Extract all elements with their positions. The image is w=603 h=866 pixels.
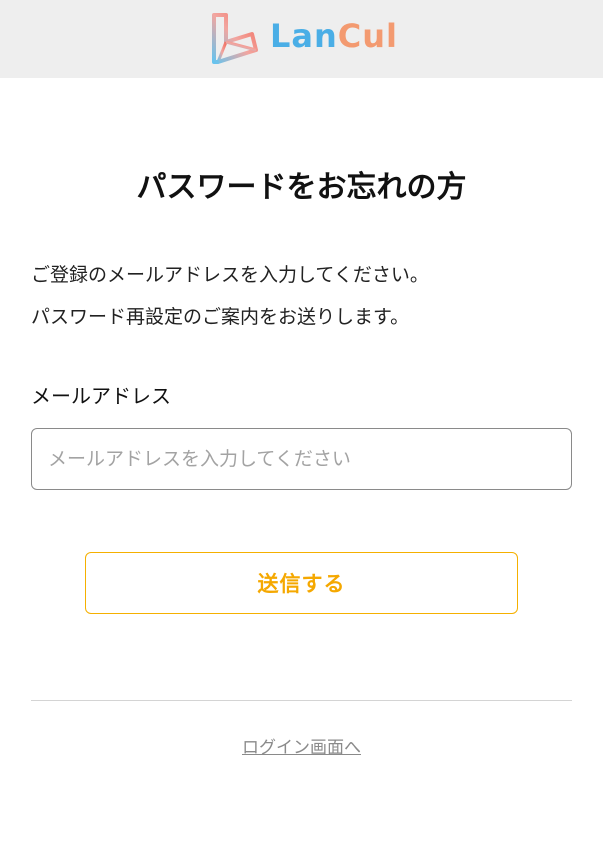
lancul-logo-icon	[212, 13, 258, 64]
description-line-1: ご登録のメールアドレスを入力してください。	[31, 264, 429, 286]
divider	[31, 700, 572, 701]
page-title: パスワードをお忘れの方	[136, 170, 467, 205]
logo-text: LanCul	[270, 16, 398, 56]
submit-button[interactable]: 送信する	[85, 552, 518, 614]
app-header: LanCul	[0, 0, 603, 78]
email-field[interactable]	[31, 428, 572, 490]
logo-text-lan: Lan	[270, 17, 338, 55]
logo-text-cul: Cul	[337, 17, 398, 55]
email-field-label: メールアドレス	[31, 384, 171, 408]
login-link[interactable]: ログイン画面へ	[0, 736, 603, 760]
description-line-2: パスワード再設定のご案内をお送りします。	[31, 306, 410, 328]
lancul-logo[interactable]: LanCul	[208, 12, 398, 66]
